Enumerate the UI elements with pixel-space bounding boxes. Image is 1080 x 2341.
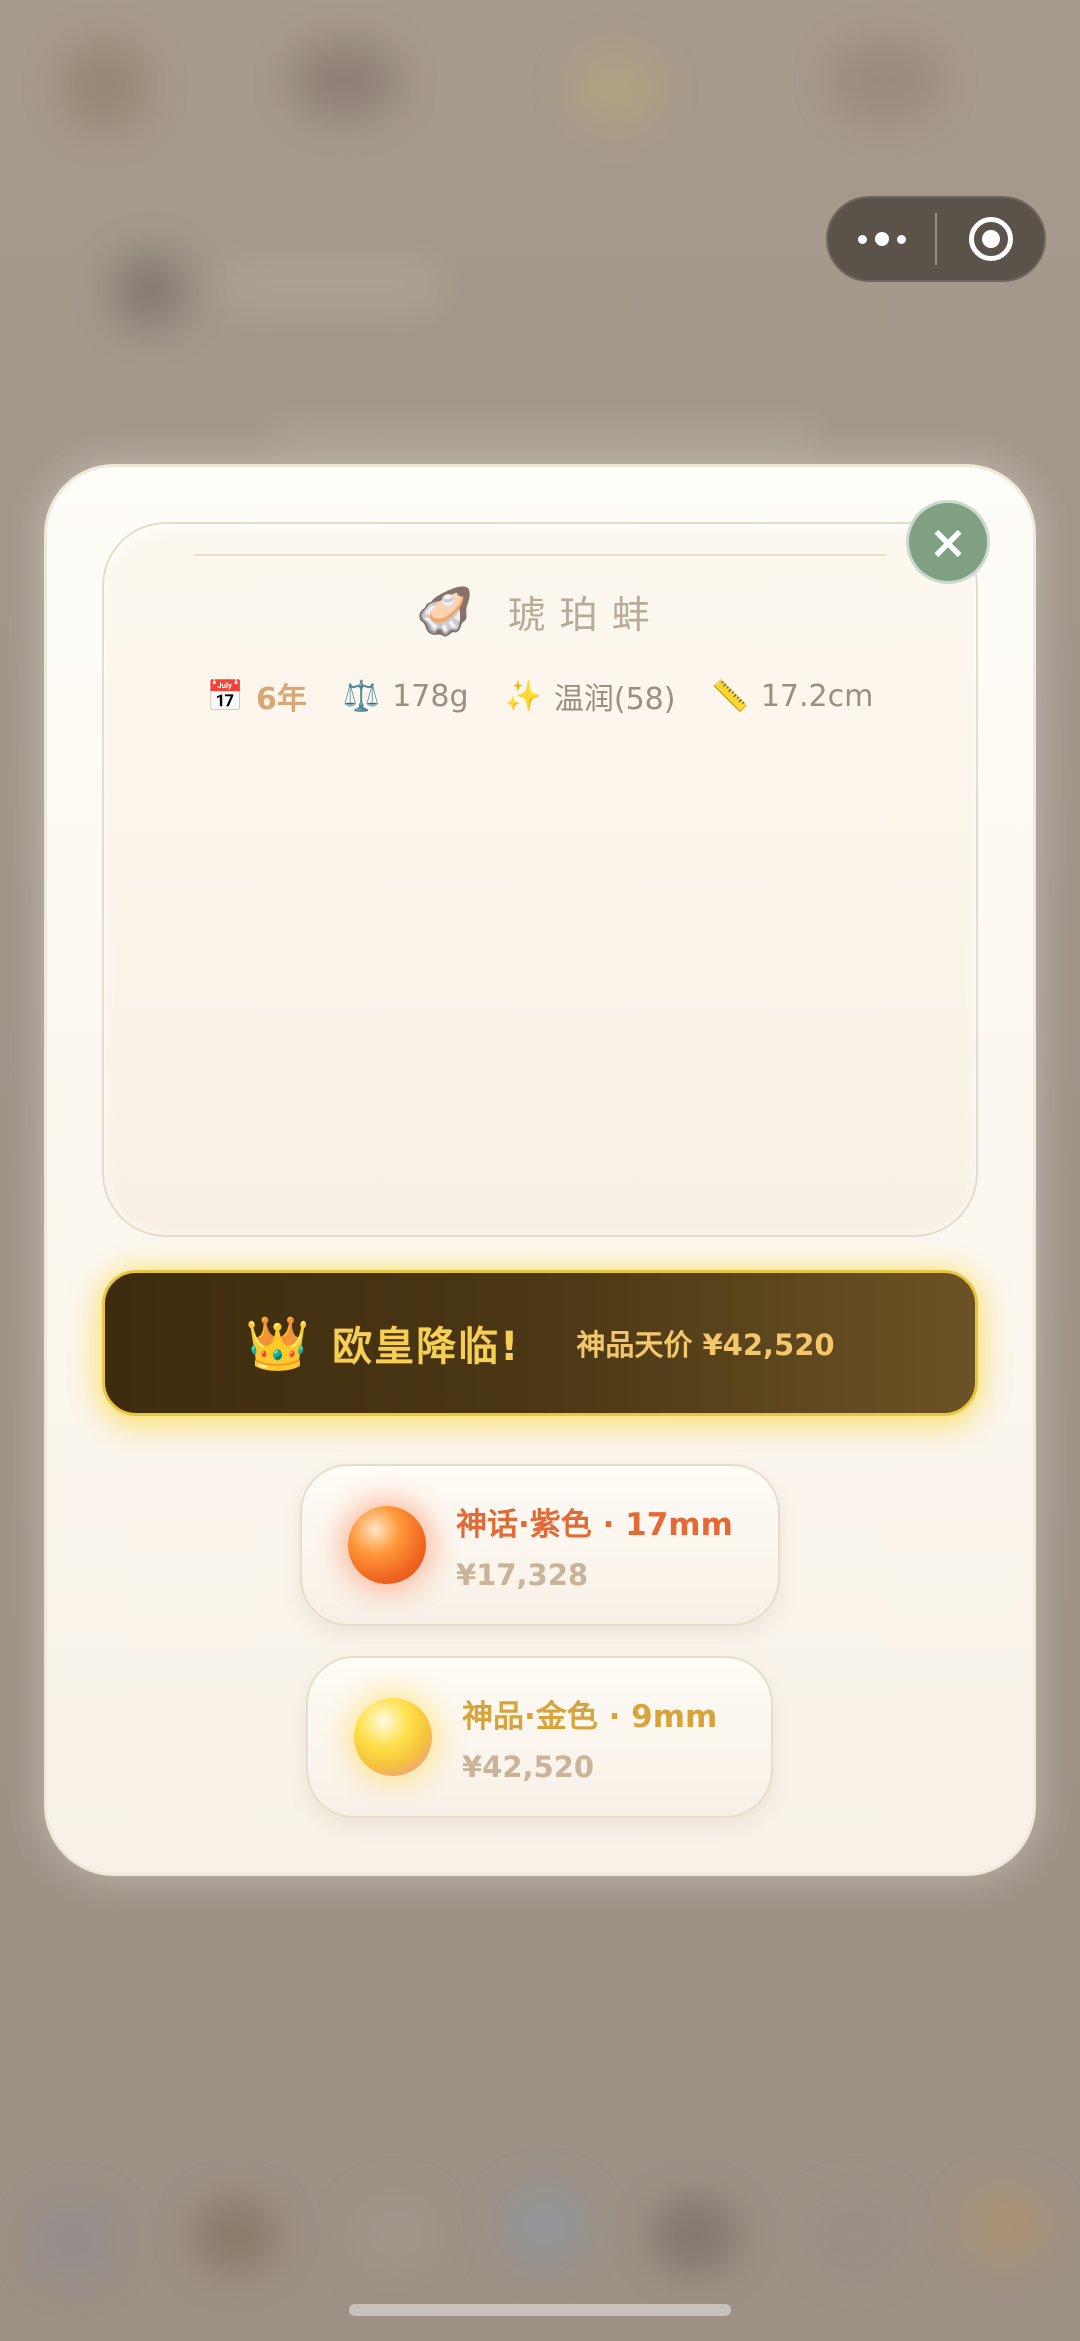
pearl-price: ¥42,520 — [462, 1749, 595, 1784]
banner-subtitle: 神品天价 ¥42,520 — [576, 1328, 835, 1362]
lucky-banner: 👑 欧皇降临! 神品天价 ¥42,520 — [102, 1270, 978, 1416]
pearl-card[interactable]: 神品·金色 · 9mm ¥42,520 — [306, 1656, 773, 1818]
bg-blur — [270, 420, 820, 460]
gold-pearl-icon — [354, 1698, 432, 1776]
bg-blur — [810, 2195, 900, 2275]
bg-blur — [60, 40, 150, 130]
stat-weight: ⚖️ 178g — [343, 679, 469, 714]
bg-blur — [190, 2195, 280, 2275]
bg-blur — [110, 250, 190, 330]
bg-blur — [220, 255, 440, 315]
bg-blur — [30, 2200, 120, 2280]
bg-blur — [290, 40, 400, 120]
close-miniprogram-button[interactable] — [937, 198, 1044, 280]
bg-blur — [570, 50, 660, 130]
stat-quality: ✨ 温润(58) — [505, 674, 676, 718]
stat-length: 📏 17.2cm — [711, 679, 873, 714]
pearl-price: ¥17,328 — [456, 1557, 589, 1592]
pearl-info: 神品·金色 · 9mm ¥42,520 — [462, 1691, 717, 1784]
close-button[interactable]: × — [906, 500, 990, 584]
bg-blur — [350, 2195, 440, 2275]
bg-blur — [500, 2185, 590, 2265]
more-dots-icon — [857, 232, 906, 246]
pearl-info: 神话·紫色 · 17mm ¥17,328 — [456, 1499, 733, 1592]
crown-icon: 👑 — [245, 1313, 311, 1374]
pearl-title: 神品·金色 · 9mm — [462, 1698, 718, 1735]
home-indicator[interactable] — [349, 2304, 731, 2316]
shell-stats: 📅 6年 ⚖️ 178g ✨ 温润(58) 📏 17.2cm — [104, 674, 976, 718]
pearl-card[interactable]: 神话·紫色 · 17mm ¥17,328 — [300, 1464, 780, 1626]
miniprogram-capsule — [826, 196, 1046, 282]
age-value: 6年 — [255, 682, 307, 717]
card-highlight — [194, 554, 886, 556]
calendar-icon: 📅 — [206, 678, 244, 714]
shell-name: 琥珀蚌 — [507, 593, 664, 637]
shell-title: 🦪 琥珀蚌 — [104, 584, 976, 639]
scale-icon: ⚖️ — [342, 678, 381, 714]
quality-value: 温润(58) — [553, 682, 676, 717]
length-value: 17.2cm — [760, 678, 874, 714]
more-button[interactable] — [828, 198, 935, 280]
oyster-icon: 🦪 — [416, 584, 474, 638]
close-icon: × — [928, 515, 968, 569]
bg-blur — [650, 2195, 740, 2275]
banner-headline: 欧皇降临! — [332, 1324, 521, 1370]
pearl-title: 神话·紫色 · 17mm — [456, 1506, 733, 1543]
orange-pearl-icon — [348, 1506, 426, 1584]
stat-age: 📅 6年 — [207, 674, 307, 718]
target-circle-icon — [968, 217, 1013, 261]
ruler-icon: 📏 — [711, 678, 749, 714]
weight-value: 178g — [392, 678, 469, 714]
shell-card: 🦪 琥珀蚌 📅 6年 ⚖️ 178g ✨ 温润(58) 📏 17.2cm — [102, 522, 978, 1237]
sparkles-icon: ✨ — [504, 678, 542, 714]
bg-blur — [960, 2185, 1050, 2265]
bg-blur — [830, 40, 940, 120]
